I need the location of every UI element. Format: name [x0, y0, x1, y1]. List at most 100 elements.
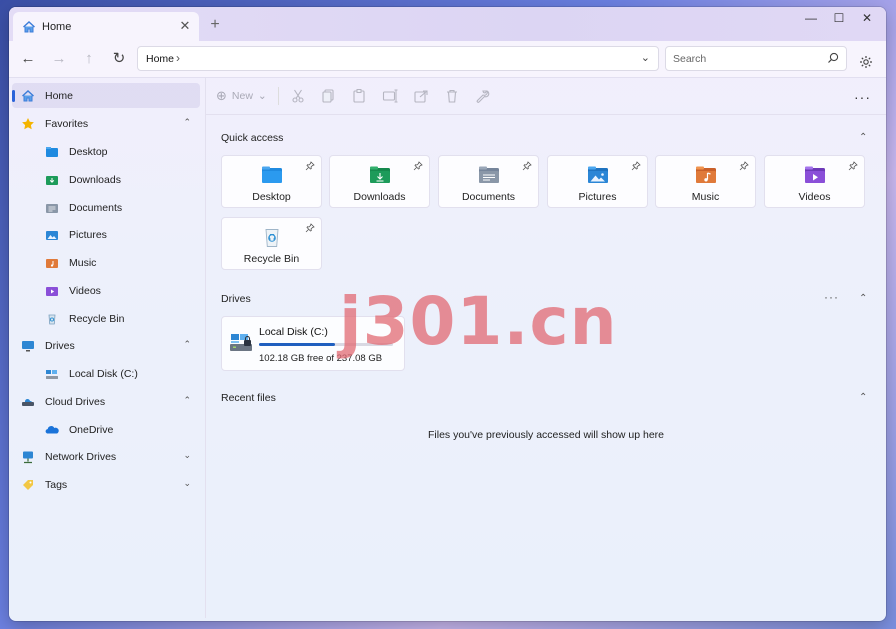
sidebar-divider: [205, 78, 206, 618]
pin-icon[interactable]: [413, 161, 423, 171]
cut-icon[interactable]: [290, 88, 306, 104]
chevron-down-icon[interactable]: ⌄: [183, 450, 191, 461]
delete-icon[interactable]: [444, 88, 460, 104]
sidebar-item-label: Home: [45, 89, 74, 102]
quick-access-card-pictures[interactable]: Pictures: [547, 155, 648, 208]
sidebar-item-label: OneDrive: [69, 423, 114, 436]
file-explorer-window: Home ✕ + — ☐ ✕ ← → ↑ ↻ Home › ⌄ Search H…: [9, 7, 886, 621]
sidebar: Home Favorites ⌃ Desktop Downloads Docum…: [9, 78, 205, 621]
settings-gear-icon[interactable]: [859, 55, 873, 69]
pin-icon[interactable]: [305, 223, 315, 233]
recent-files-collapse-button[interactable]: ⌃: [859, 392, 867, 403]
pin-icon[interactable]: [305, 161, 315, 171]
sidebar-item-cloud-drives[interactable]: Cloud Drives ⌃: [12, 389, 200, 414]
breadcrumb-home[interactable]: Home: [146, 53, 174, 65]
back-button[interactable]: ←: [18, 49, 38, 69]
sidebar-item-label: Recycle Bin: [69, 312, 125, 325]
maximize-button[interactable]: ☐: [824, 11, 854, 31]
sidebar-item-favorites[interactable]: Favorites ⌃: [12, 111, 200, 136]
sidebar-item-local-disk[interactable]: Local Disk (C:): [12, 361, 200, 386]
toolbar-separator: [278, 87, 279, 105]
sidebar-item-documents[interactable]: Documents: [12, 195, 200, 220]
up-button[interactable]: ↑: [79, 49, 99, 69]
quick-access-card-videos[interactable]: Videos: [764, 155, 865, 208]
search-box[interactable]: Search: [665, 46, 847, 71]
more-options-button[interactable]: ···: [854, 89, 871, 105]
tab-close-button[interactable]: ✕: [177, 18, 193, 34]
sidebar-item-label: Videos: [69, 284, 101, 297]
tab-home[interactable]: Home ✕: [13, 12, 199, 41]
quick-access-card-desktop[interactable]: Desktop: [221, 155, 322, 208]
folder-videos-icon: [46, 286, 58, 296]
folder-documents-icon: [479, 166, 499, 183]
search-icon[interactable]: [827, 52, 839, 64]
sidebar-item-drives[interactable]: Drives ⌃: [12, 333, 200, 358]
card-label: Music: [691, 191, 720, 203]
home-icon: [23, 20, 35, 32]
sidebar-item-videos[interactable]: Videos: [12, 278, 200, 303]
folder-pictures-icon: [588, 166, 608, 183]
chevron-up-icon[interactable]: ⌃: [183, 395, 191, 406]
quick-access-card-downloads[interactable]: Downloads: [329, 155, 430, 208]
search-input[interactable]: Search: [673, 53, 706, 65]
sidebar-item-label: Drives: [45, 339, 75, 352]
sidebar-item-network-drives[interactable]: Network Drives ⌄: [12, 444, 200, 469]
quick-access-card-music[interactable]: Music: [655, 155, 756, 208]
address-dropdown-button[interactable]: ⌄: [641, 51, 650, 64]
card-label: Recycle Bin: [243, 253, 300, 265]
copy-icon[interactable]: [320, 88, 336, 104]
pin-icon[interactable]: [739, 161, 749, 171]
rename-icon[interactable]: [382, 88, 398, 104]
recent-files-title: Recent files: [221, 392, 276, 404]
navigation-bar: ← → ↑ ↻ Home › ⌄ Search: [9, 41, 886, 78]
drive-usage-fill: [259, 343, 336, 346]
sidebar-item-tags[interactable]: Tags ⌄: [12, 472, 200, 497]
sidebar-item-desktop[interactable]: Desktop: [12, 139, 200, 164]
breadcrumb-chevron-icon: ›: [176, 51, 180, 65]
drives-more-button[interactable]: ···: [824, 290, 839, 304]
pin-icon[interactable]: [848, 161, 858, 171]
card-label: Downloads: [353, 191, 406, 203]
star-icon: [22, 117, 34, 129]
pin-icon[interactable]: [631, 161, 641, 171]
sidebar-item-home[interactable]: Home: [12, 83, 200, 108]
new-tab-button[interactable]: +: [206, 16, 224, 34]
watermark-text: j301.cn: [339, 283, 618, 360]
sidebar-item-label: Cloud Drives: [45, 395, 106, 408]
folder-music-icon: [46, 258, 58, 268]
forward-button[interactable]: →: [49, 49, 69, 69]
refresh-button[interactable]: ↻: [109, 49, 129, 69]
quick-access-collapse-button[interactable]: ⌃: [859, 132, 867, 143]
new-label: New: [231, 90, 253, 102]
quick-access-title: Quick access: [221, 132, 284, 144]
share-icon[interactable]: [413, 88, 429, 104]
chevron-down-icon[interactable]: ⌄: [183, 478, 191, 489]
paste-icon[interactable]: [351, 88, 367, 104]
onedrive-icon: [45, 425, 59, 433]
sidebar-item-onedrive[interactable]: OneDrive: [12, 417, 200, 442]
new-button[interactable]: ⊕ New ⌄: [216, 88, 267, 104]
sidebar-item-recycle-bin[interactable]: Recycle Bin: [12, 306, 200, 331]
close-window-button[interactable]: ✕: [852, 11, 882, 31]
folder-videos-icon: [805, 166, 825, 183]
sidebar-item-label: Local Disk (C:): [69, 367, 138, 380]
home-icon: [22, 89, 34, 101]
folder-pictures-icon: [46, 230, 58, 240]
monitor-icon: [22, 340, 34, 351]
properties-wrench-icon[interactable]: [474, 88, 490, 104]
sidebar-item-downloads[interactable]: Downloads: [12, 167, 200, 192]
quick-access-card-recycle-bin[interactable]: Recycle Bin: [221, 217, 322, 270]
sidebar-item-pictures[interactable]: Pictures: [12, 222, 200, 247]
sidebar-item-label: Downloads: [69, 173, 121, 186]
minimize-button[interactable]: —: [796, 11, 826, 31]
drives-collapse-button[interactable]: ⌃: [859, 293, 867, 304]
pin-icon[interactable]: [522, 161, 532, 171]
network-icon: [23, 451, 33, 463]
chevron-up-icon[interactable]: ⌃: [183, 117, 191, 128]
chevron-up-icon[interactable]: ⌃: [183, 339, 191, 350]
folder-documents-icon: [46, 203, 58, 213]
quick-access-card-documents[interactable]: Documents: [438, 155, 539, 208]
recycle-bin-icon: [265, 229, 279, 247]
sidebar-item-music[interactable]: Music: [12, 250, 200, 275]
address-bar[interactable]: Home › ⌄: [137, 46, 659, 71]
